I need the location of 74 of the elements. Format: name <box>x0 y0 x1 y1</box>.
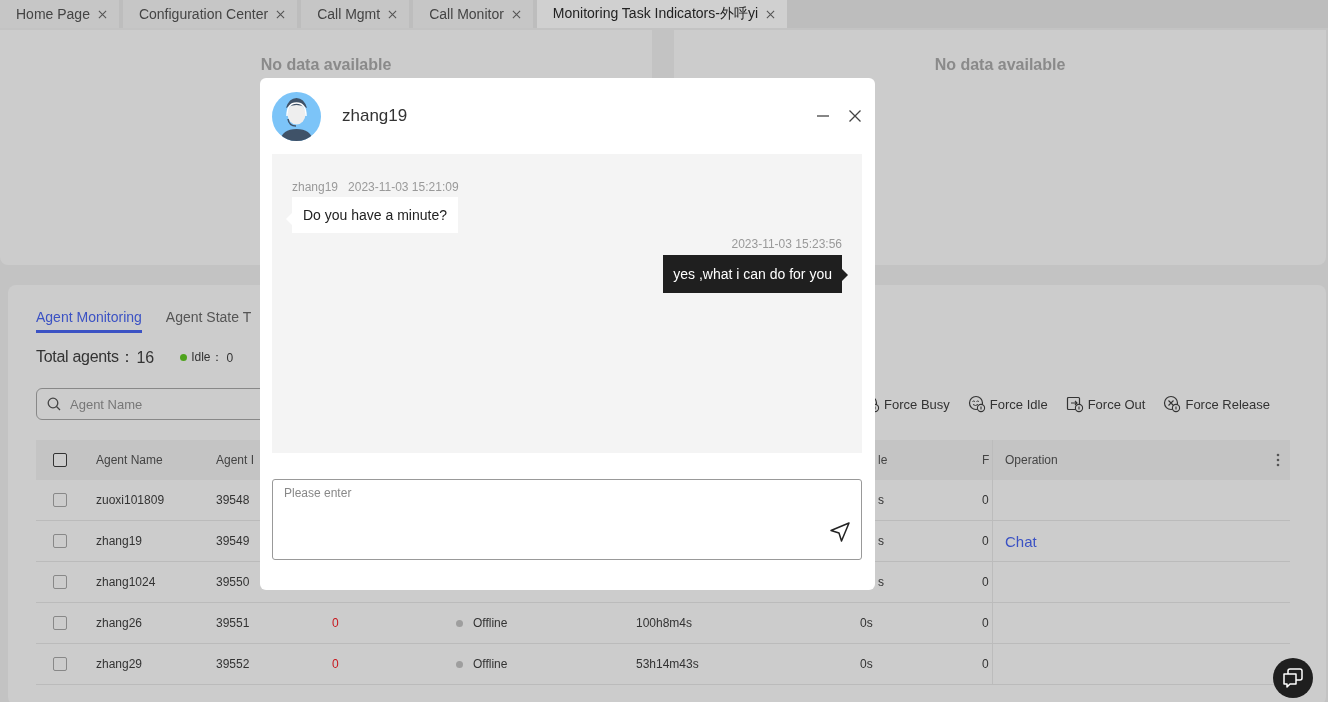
table-cell: zhang19 <box>96 534 143 548</box>
search-icon <box>47 397 61 411</box>
section-tab[interactable]: Agent State T <box>165 309 252 333</box>
contact-name: zhang19 <box>342 106 409 126</box>
message-time: 2023-11-03 15:21:09 <box>348 180 459 194</box>
table-cell: 39548 <box>216 493 250 507</box>
message-bubble: Do you have a minute? <box>286 197 458 233</box>
checkbox[interactable] <box>53 493 67 507</box>
sender-name: zhang19 <box>292 180 339 194</box>
table-cell: 0 <box>332 616 339 630</box>
checkbox[interactable] <box>53 657 67 671</box>
total-label: Total agents： <box>36 347 135 367</box>
table-cell: 0 <box>982 616 989 630</box>
checkbox[interactable] <box>53 534 67 548</box>
message-input[interactable]: Please enter <box>272 479 862 560</box>
close-icon[interactable] <box>848 109 862 123</box>
table-cell: s <box>878 493 884 507</box>
column-header: Agent Name <box>96 453 163 467</box>
empty-message: No data available <box>260 56 392 74</box>
column-header: Operation <box>1005 453 1058 467</box>
table-cell: 0 <box>982 575 989 589</box>
column-header: Agent I <box>216 453 255 467</box>
table-cell: 100h8m4s <box>636 616 693 630</box>
avatar-icon <box>272 91 321 141</box>
status-text: Offline <box>473 616 508 630</box>
column-header: F <box>982 453 990 467</box>
table-cell: 0 <box>982 534 989 548</box>
table-cell: 39550 <box>216 575 250 589</box>
table-cell: 0 <box>332 657 339 671</box>
action-button[interactable]: Force Idle <box>967 395 1048 413</box>
close-icon[interactable] <box>511 9 521 19</box>
close-icon[interactable] <box>97 9 107 19</box>
table-cell: zhang26 <box>96 616 143 630</box>
action-button[interactable]: Force Release <box>1163 395 1270 413</box>
table-cell: 0s <box>860 657 873 671</box>
smiley-icon <box>967 395 986 413</box>
page-tab[interactable]: Monitoring Task Indicators-外呼yi <box>536 0 787 28</box>
page-tab[interactable]: Call Monitor <box>413 0 533 28</box>
table-cell: zuoxi101809 <box>96 493 165 507</box>
page-tab[interactable]: Configuration Center <box>122 0 298 28</box>
checkbox[interactable] <box>53 616 67 630</box>
table-cell: s <box>878 575 884 589</box>
table-cell: 39552 <box>216 657 250 671</box>
status-text: Offline <box>473 657 508 671</box>
checkbox[interactable] <box>53 453 67 467</box>
table-cell: 39549 <box>216 534 250 548</box>
message-bubble: yes ,what i can do for you <box>663 255 848 293</box>
table-cell: zhang29 <box>96 657 143 671</box>
exit-box-icon <box>1065 395 1084 413</box>
more-icon[interactable] <box>1276 452 1280 468</box>
table-cell: zhang1024 <box>96 575 156 589</box>
stat-count: 0 <box>226 350 234 365</box>
section-tab[interactable]: Agent Monitoring <box>36 309 142 333</box>
stat-label: Idle： <box>191 349 223 366</box>
message-time: 2023-11-03 15:23:56 <box>731 237 842 251</box>
close-icon[interactable] <box>766 9 775 19</box>
column-header: le <box>878 453 888 467</box>
checkbox[interactable] <box>53 575 67 589</box>
send-button[interactable] <box>828 520 852 544</box>
chat-link[interactable]: Chat <box>1005 532 1037 550</box>
page-tab[interactable]: Call Mgmt <box>301 0 410 28</box>
close-icon[interactable] <box>388 9 398 19</box>
action-button[interactable]: Force Out <box>1065 395 1146 413</box>
close-icon[interactable] <box>276 9 286 19</box>
page-tab[interactable]: Home Page <box>0 0 119 28</box>
table-cell: 0s <box>860 616 873 630</box>
table-cell: 0 <box>982 493 989 507</box>
table-cell: 0 <box>982 657 989 671</box>
table-cell: s <box>878 534 884 548</box>
table-cell: 53h14m43s <box>636 657 699 671</box>
total-count: 16 <box>136 348 155 367</box>
table-cell: 39551 <box>216 616 250 630</box>
cancel-circle-icon <box>1163 395 1182 413</box>
empty-message: No data available <box>934 56 1066 74</box>
